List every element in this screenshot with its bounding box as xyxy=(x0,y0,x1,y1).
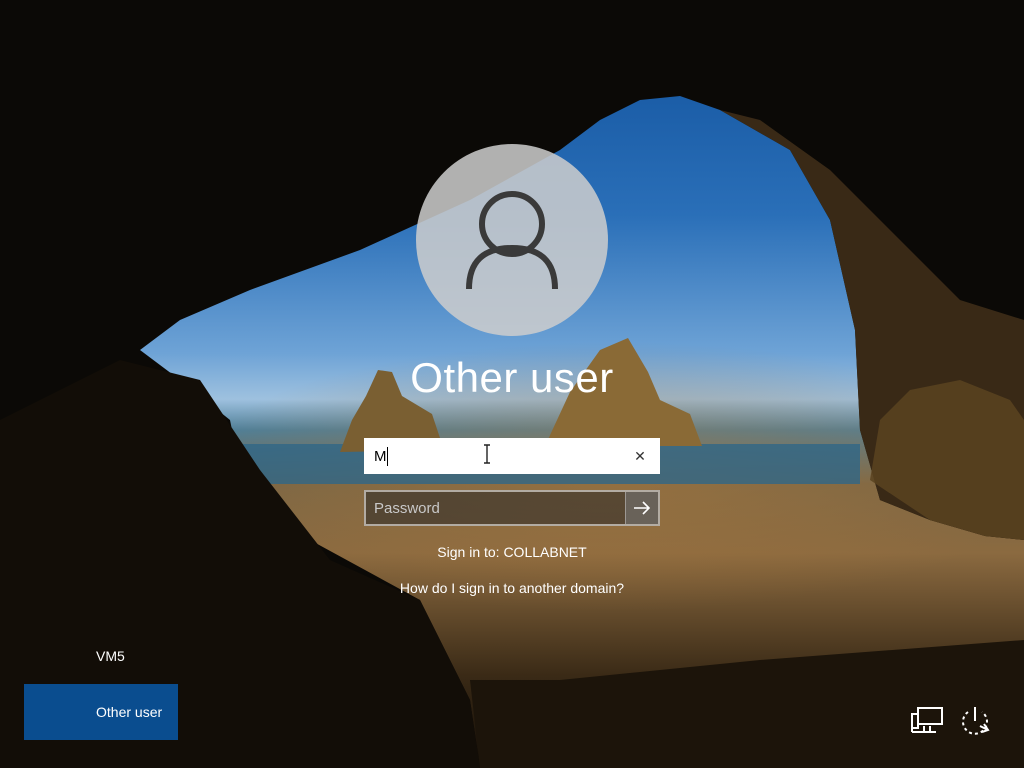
password-input[interactable] xyxy=(374,497,624,519)
password-field[interactable] xyxy=(364,490,660,526)
user-list-item-label: Other user xyxy=(96,704,163,720)
power-icon[interactable] xyxy=(958,704,992,738)
username-input[interactable] xyxy=(374,444,624,468)
user-list-item-other-user[interactable]: Other user xyxy=(24,684,178,740)
user-list-item-vm5[interactable]: VM5 xyxy=(96,648,125,664)
network-icon[interactable] xyxy=(910,706,944,736)
user-silhouette-icon xyxy=(466,191,558,290)
username-heading: Other user xyxy=(410,354,614,401)
other-domain-help-link[interactable]: How do I sign in to another domain? xyxy=(312,580,712,596)
submit-button[interactable] xyxy=(625,492,658,524)
ibeam-cursor-icon xyxy=(484,444,490,464)
user-avatar xyxy=(416,144,608,336)
text-caret xyxy=(387,447,388,466)
arrow-right-icon xyxy=(634,501,651,515)
username-field[interactable]: ✕ xyxy=(364,438,660,474)
signin-domain-text: Sign in to: COLLABNET xyxy=(437,544,587,560)
close-icon[interactable]: ✕ xyxy=(628,444,652,468)
